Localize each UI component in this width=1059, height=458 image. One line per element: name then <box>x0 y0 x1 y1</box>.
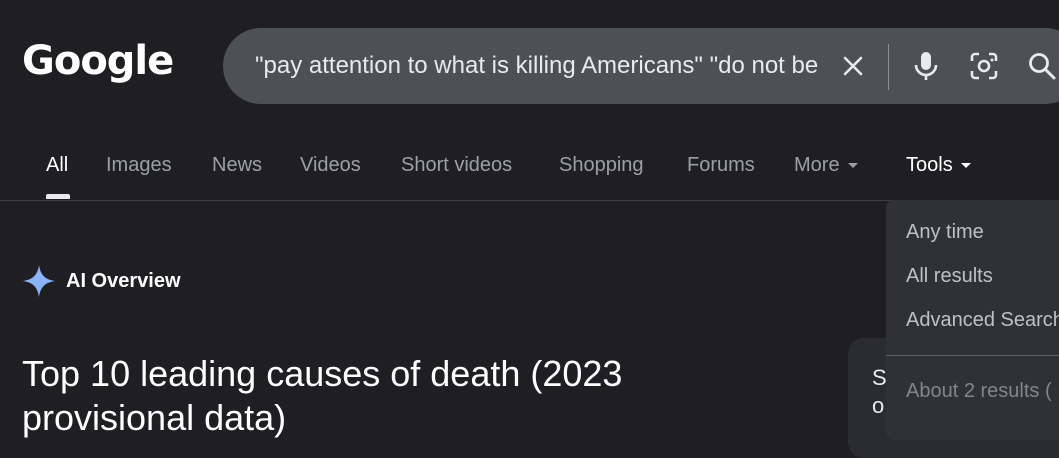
search-input[interactable]: "pay attention to what is killing Americ… <box>255 52 820 80</box>
tab-tools[interactable]: Tools <box>906 154 971 177</box>
menu-item-all-results[interactable]: All results <box>906 265 993 288</box>
tab-short-videos[interactable]: Short videos <box>401 154 512 177</box>
active-tab-indicator <box>46 194 70 199</box>
google-logo[interactable]: Google <box>22 38 174 84</box>
chevron-down-icon <box>960 163 971 169</box>
lens-camera-icon[interactable] <box>966 48 1002 84</box>
tab-more[interactable]: More <box>794 154 858 177</box>
ai-overview-heading: Top 10 leading causes of death (2023 pro… <box>22 353 623 438</box>
sparkle-icon <box>23 265 55 297</box>
menu-divider <box>886 355 1059 356</box>
microphone-icon[interactable] <box>908 48 944 84</box>
chevron-down-icon <box>847 163 858 169</box>
tab-images[interactable]: Images <box>106 154 172 177</box>
clear-icon[interactable] <box>835 48 871 84</box>
tab-shopping[interactable]: Shopping <box>559 154 644 177</box>
tools-dropdown-menu: Any time All results Advanced Search Abo… <box>886 200 1059 440</box>
tab-more-label: More <box>794 154 840 176</box>
tab-forums[interactable]: Forums <box>687 154 755 177</box>
menu-item-advanced-search[interactable]: Advanced Search <box>906 309 1059 332</box>
tab-tools-label: Tools <box>906 154 953 176</box>
search-icon[interactable] <box>1024 48 1059 84</box>
ai-overview-header: AI Overview <box>22 264 181 298</box>
search-tabs: All Images News Videos Short videos Shop… <box>0 140 1059 201</box>
ai-overview-label: AI Overview <box>66 269 181 292</box>
side-card-text: S o <box>872 365 887 418</box>
search-bar[interactable]: "pay attention to what is killing Americ… <box>223 28 1059 104</box>
tab-videos[interactable]: Videos <box>300 154 361 177</box>
search-divider <box>888 44 889 90</box>
results-count: About 2 results ( <box>906 380 1052 402</box>
menu-item-any-time[interactable]: Any time <box>906 221 984 244</box>
tab-all[interactable]: All <box>46 154 68 177</box>
tab-news[interactable]: News <box>212 154 262 177</box>
